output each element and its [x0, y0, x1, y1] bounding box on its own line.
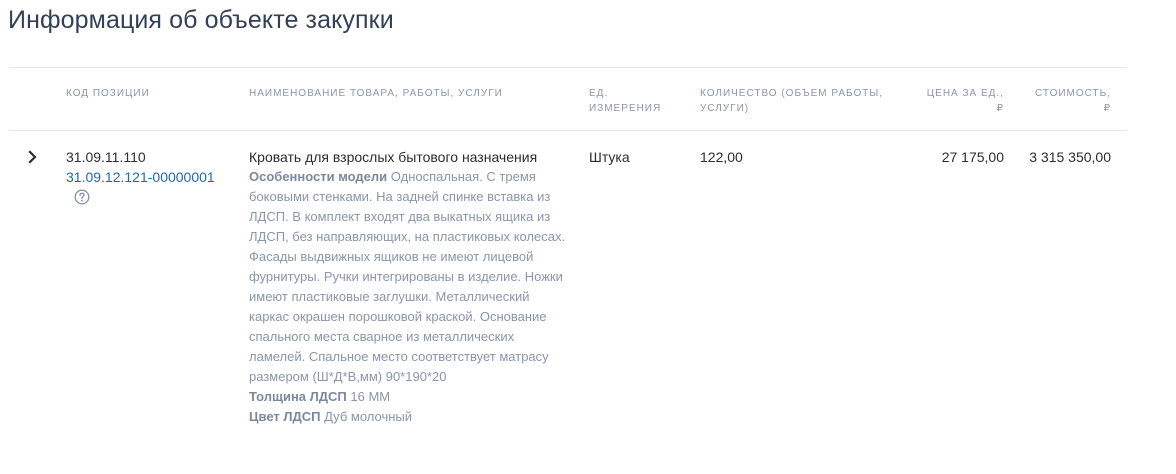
position-code: 31.09.11.110 [66, 149, 146, 165]
table-top-divider [9, 67, 1127, 68]
expand-row-button[interactable] [25, 147, 41, 167]
feature-value: Односпальная. С тремя боковыми стенками.… [249, 169, 566, 384]
header-unit-line1: ЕД. [589, 88, 609, 99]
header-cost-line1: СТОИМОСТЬ, [1035, 88, 1111, 99]
cell-unit: Штука [589, 147, 689, 167]
header-price-line1: ЦЕНА ЗА ЕД., [926, 88, 1004, 99]
header-code: КОД ПОЗИЦИИ [66, 86, 236, 101]
cell-name: Кровать для взрослых бытового назначения… [249, 147, 579, 427]
header-price-line2: ₽ [996, 103, 1004, 114]
unit-value: Штука [589, 149, 630, 165]
feature-line: Цвет ЛДСП Дуб молочный [249, 407, 569, 427]
page-title: Информация об объекте закупки [8, 6, 394, 34]
ktru-code-link[interactable]: 31.09.12.121-00000001 [66, 167, 236, 187]
procurement-info-page: Информация об объекте закупки КОД ПОЗИЦИ… [0, 0, 1176, 474]
header-name: НАИМЕНОВАНИЕ ТОВАРА, РАБОТЫ, УСЛУГИ [249, 86, 579, 101]
feature-line: Особенности модели Односпальная. С тремя… [249, 167, 569, 387]
header-quantity: КОЛИЧЕСТВО (ОБЪЕМ РАБОТЫ, УСЛУГИ) [700, 86, 900, 116]
feature-value: Дуб молочный [324, 409, 413, 424]
cell-quantity: 122,00 [700, 147, 900, 167]
cell-price: 27 175,00 [904, 147, 1004, 167]
cell-cost: 3 315 350,00 [1011, 147, 1111, 167]
item-name: Кровать для взрослых бытового назначения [249, 149, 538, 165]
cost-value: 3 315 350,00 [1029, 149, 1111, 165]
feature-label: Цвет ЛДСП [249, 409, 321, 424]
header-quantity-line1: КОЛИЧЕСТВО (ОБЪЕМ РАБОТЫ, [700, 88, 884, 99]
header-cost-line2: ₽ [1103, 103, 1111, 114]
header-unit-line2: ИЗМЕРЕНИЯ [589, 103, 662, 114]
header-name-label: НАИМЕНОВАНИЕ ТОВАРА, РАБОТЫ, УСЛУГИ [249, 88, 503, 99]
header-quantity-line2: УСЛУГИ) [700, 103, 750, 114]
header-price: ЦЕНА ЗА ЕД., ₽ [904, 86, 1004, 116]
feature-line: Толщина ЛДСП 16 ММ [249, 387, 569, 407]
header-code-label: КОД ПОЗИЦИИ [66, 88, 150, 99]
header-cost: СТОИМОСТЬ, ₽ [1011, 86, 1111, 116]
feature-label: Особенности модели [249, 169, 388, 184]
price-value: 27 175,00 [941, 149, 1004, 165]
quantity-value: 122,00 [700, 149, 743, 165]
feature-label: Толщина ЛДСП [249, 389, 347, 404]
question-circle-icon[interactable] [74, 189, 90, 205]
item-description: Особенности модели Односпальная. С тремя… [249, 167, 569, 427]
feature-value: 16 ММ [350, 389, 391, 404]
cell-code: 31.09.11.110 31.09.12.121-00000001 [66, 147, 236, 205]
header-unit: ЕД. ИЗМЕРЕНИЯ [589, 86, 689, 116]
chevron-right-icon [28, 150, 37, 164]
